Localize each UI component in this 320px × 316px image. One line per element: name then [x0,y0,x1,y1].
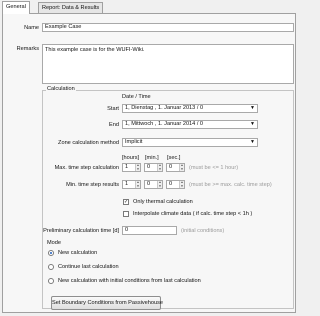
remarks-textarea[interactable]: This example case is for the WUFI-Wiki. [42,44,294,84]
radio-new-calculation-label: New calculation [58,250,98,256]
radio-new-initial-label: New calculation with initial conditions … [58,278,201,284]
only-thermal-label: Only thermal calculation [133,199,193,205]
remarks-label: Remarks [16,46,39,52]
max-step-min-value: 0 [147,164,151,170]
date-time-header: Date / Time [122,94,151,100]
sec-header: [sec.] [167,155,181,161]
min-step-min-stepper[interactable]: 0 ▲ ▼ [144,180,163,189]
zone-method-value: Implicit [125,139,143,145]
radio-continue-last-calculation[interactable] [48,264,54,270]
start-datetime-picker[interactable]: 1, Dienstag , 1. Januar 2013 / 0 ▼ [122,104,258,113]
chevron-down-icon[interactable]: ▼ [136,185,140,188]
chevron-down-icon[interactable]: ▼ [158,185,162,188]
spin-arrows-icon[interactable]: ▲ ▼ [157,164,162,171]
max-step-hours-value: 1 [125,164,129,170]
start-label: Start [107,106,119,112]
radio-continue-label: Continue last calculation [58,264,119,270]
max-step-min-stepper[interactable]: 0 ▲ ▼ [144,163,163,172]
min-step-hint: (must be >= max. calc. time step) [189,182,272,188]
mode-section-label: Mode [47,240,61,246]
min-step-sec-value: 0 [169,181,173,187]
calculation-section-label: Calculation [46,86,76,93]
chevron-down-icon[interactable]: ▼ [250,139,255,146]
spin-arrows-icon[interactable]: ▲ ▼ [135,181,140,188]
end-datetime-value: 1, Mittwoch , 1. Januar 2014 / 0 [125,121,204,127]
general-panel: Name Example Case Remarks This example c… [2,13,296,313]
zone-method-select[interactable]: Implicit ▼ [122,138,258,147]
zone-method-label: Zone calculation method [58,140,119,146]
start-datetime-value: 1, Dienstag , 1. Januar 2013 / 0 [125,105,204,111]
only-thermal-checkbox[interactable]: ✓ [123,199,129,205]
chevron-down-icon[interactable]: ▼ [136,168,140,171]
end-label: End [109,122,119,128]
min-step-hours-stepper[interactable]: 1 ▲ ▼ [122,180,141,189]
min-step-sec-stepper[interactable]: 0 ▲ ▼ [166,180,185,189]
min-header: [min.] [145,155,159,161]
hours-header: [hours] [122,155,140,161]
min-step-label: Min. time step results [66,182,119,188]
name-input[interactable]: Example Case [42,23,294,32]
spin-arrows-icon[interactable]: ▲ ▼ [157,181,162,188]
max-step-hours-stepper[interactable]: 1 ▲ ▼ [122,163,141,172]
tab-general[interactable]: General [2,1,30,14]
set-boundary-conditions-button[interactable]: Set Boundary Conditions from Passivehous… [51,296,163,310]
radio-new-calculation[interactable] [48,250,54,256]
prelim-label: Preliminary calculation time [d] [43,228,119,234]
chevron-down-icon[interactable]: ▼ [180,168,184,171]
tab-report-data-results[interactable]: Report: Data & Results [38,2,104,13]
min-step-min-value: 0 [147,181,151,187]
chevron-down-icon[interactable]: ▼ [158,168,162,171]
radio-new-with-initial-conditions[interactable] [48,278,54,284]
spin-arrows-icon[interactable]: ▲ ▼ [179,164,184,171]
chevron-down-icon[interactable]: ▼ [180,185,184,188]
spin-arrows-icon[interactable]: ▲ ▼ [179,181,184,188]
min-step-hours-value: 1 [125,181,129,187]
prelim-hint: (initial conditions) [181,228,225,234]
interpolate-label: Interpolate climate data ( if calc. time… [133,211,253,217]
tab-general-label: General [6,4,26,10]
chevron-down-icon[interactable]: ▼ [250,105,255,112]
chevron-down-icon[interactable]: ▼ [250,121,255,128]
max-step-label: Max. time step calculation [54,165,119,171]
max-step-sec-stepper[interactable]: 0 ▲ ▼ [166,163,185,172]
max-step-sec-value: 0 [169,164,173,170]
interpolate-checkbox[interactable] [123,211,129,217]
name-label: Name [24,25,39,31]
end-datetime-picker[interactable]: 1, Mittwoch , 1. Januar 2014 / 0 ▼ [122,120,258,129]
prelim-input[interactable]: 0 [122,226,177,235]
max-step-hint: (must be <= 1 hour) [189,165,239,171]
tab-report-label: Report: Data & Results [42,5,100,11]
spin-arrows-icon[interactable]: ▲ ▼ [135,164,140,171]
